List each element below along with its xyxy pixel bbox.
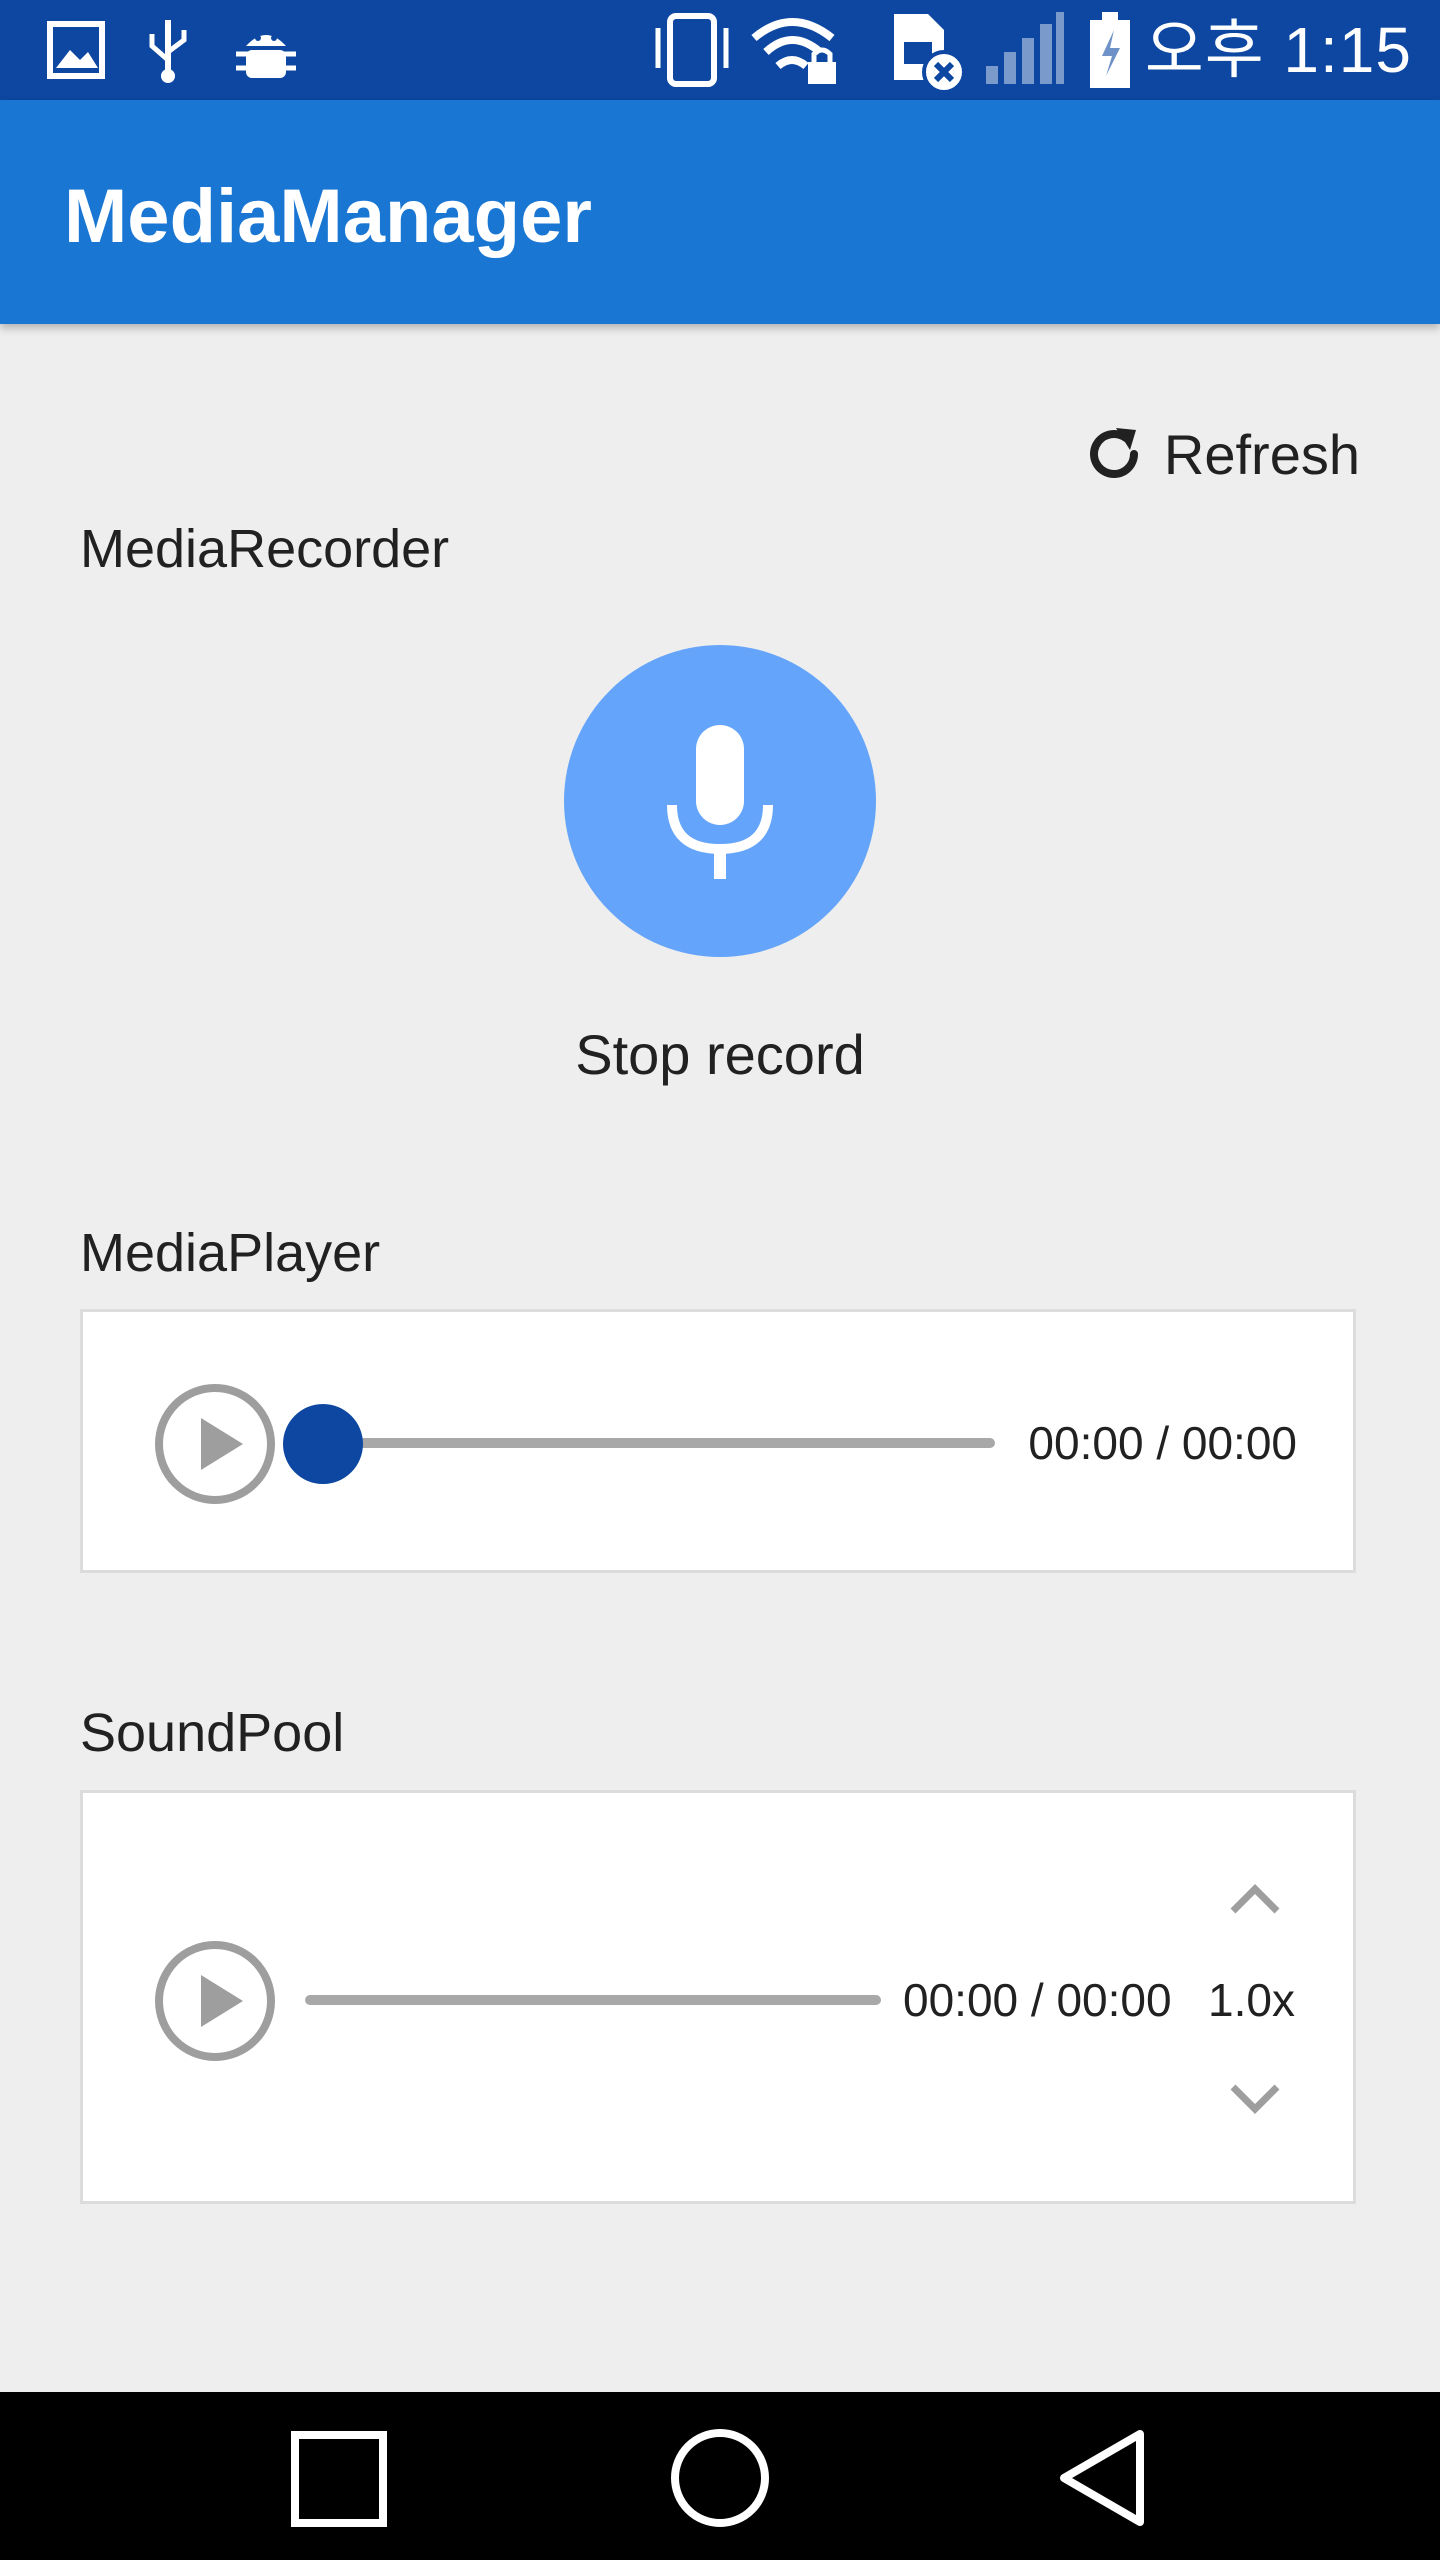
app-title: MediaManager <box>64 174 592 259</box>
wifi-lock-icon <box>751 18 836 84</box>
back-icon[interactable] <box>1056 2428 1148 2528</box>
android-debug-icon <box>236 35 296 78</box>
soundpool-seekbar[interactable] <box>305 1995 881 2005</box>
refresh-label: Refresh <box>1163 422 1360 486</box>
app-bar: MediaManager <box>0 100 1440 324</box>
player-time: 00:00 / 00:00 <box>1028 1417 1297 1469</box>
player-play-button[interactable] <box>153 1382 277 1506</box>
player-seekbar[interactable] <box>303 1438 995 1448</box>
home-icon[interactable] <box>670 2428 770 2528</box>
soundpool-rate: 1.0x <box>1208 1974 1295 2026</box>
soundpool-time: 00:00 / 00:00 <box>903 1974 1172 2026</box>
status-time: 오후 1:15 <box>1144 14 1412 86</box>
status-bar: 오후 1:15 <box>0 0 1440 100</box>
battery-charging-icon <box>1090 12 1130 88</box>
vibrate-icon <box>655 13 729 87</box>
stop-record-label: Stop record <box>575 1023 865 1086</box>
media-recorder-title: MediaRecorder <box>80 519 450 579</box>
refresh-icon <box>1089 428 1138 478</box>
soundpool-card: 00:00 / 00:00 1.0x <box>80 1790 1356 2204</box>
record-button[interactable] <box>564 645 876 957</box>
navigation-bar <box>0 2392 1440 2560</box>
rate-down-button[interactable] <box>1225 2079 1285 2119</box>
media-player-title: MediaPlayer <box>80 1223 381 1283</box>
microphone-icon <box>667 725 773 879</box>
soundpool-title: SoundPool <box>80 1703 345 1763</box>
recents-icon[interactable] <box>290 2430 388 2528</box>
soundpool-play-button[interactable] <box>153 1939 277 2063</box>
usb-icon <box>149 20 187 83</box>
player-seekbar-thumb[interactable] <box>283 1404 363 1484</box>
sim-error-icon <box>894 14 966 94</box>
refresh-button[interactable]: Refresh <box>1080 414 1360 494</box>
media-player-card: 00:00 / 00:00 <box>80 1309 1356 1573</box>
signal-icon <box>986 12 1064 84</box>
gallery-icon <box>47 21 105 79</box>
rate-up-button[interactable] <box>1225 1879 1285 1919</box>
